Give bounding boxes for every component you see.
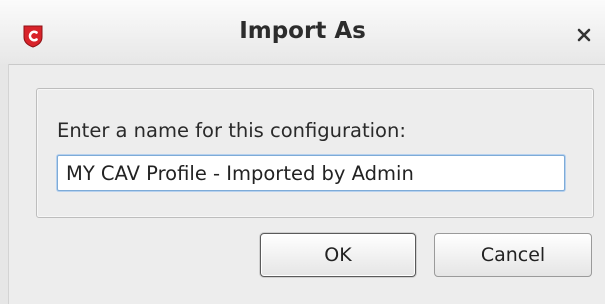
- title-bar: Import As: [0, 0, 605, 65]
- cancel-button[interactable]: Cancel: [434, 233, 592, 277]
- configuration-name-input[interactable]: [57, 155, 565, 191]
- import-as-dialog: Import As Enter a name for this configur…: [0, 0, 605, 304]
- dialog-title: Import As: [239, 18, 366, 44]
- ok-button[interactable]: OK: [260, 233, 416, 277]
- name-group-box: Enter a name for this configuration:: [36, 88, 594, 218]
- window-left-edge: [0, 64, 9, 304]
- close-icon[interactable]: [575, 26, 593, 44]
- name-prompt-label: Enter a name for this configuration:: [57, 119, 406, 142]
